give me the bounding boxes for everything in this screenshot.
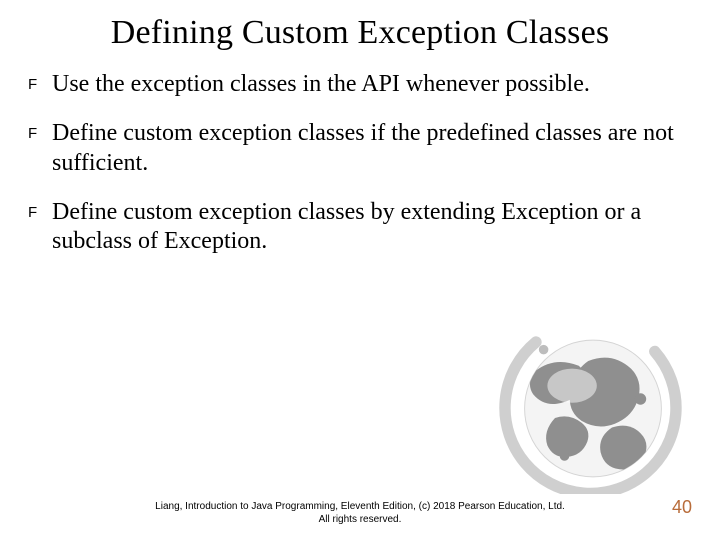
footer-text: Liang, Introduction to Java Programming,… — [0, 501, 720, 526]
globe-icon — [498, 304, 688, 494]
footer-line2: All rights reserved. — [0, 514, 720, 527]
bullet-text: Use the exception classes in the API whe… — [52, 70, 692, 99]
list-item: F Use the exception classes in the API w… — [28, 70, 692, 99]
slide-content: F Use the exception classes in the API w… — [0, 62, 720, 256]
bullet-marker: F — [28, 70, 52, 93]
page-number: 40 — [672, 497, 692, 518]
slide: Defining Custom Exception Classes F Use … — [0, 0, 720, 540]
bullet-marker: F — [28, 198, 52, 221]
list-item: F Define custom exception classes if the… — [28, 119, 692, 178]
bullet-marker: F — [28, 119, 52, 142]
slide-title: Defining Custom Exception Classes — [0, 0, 720, 62]
bullet-text: Define custom exception classes if the p… — [52, 119, 692, 178]
footer-line1: Liang, Introduction to Java Programming,… — [0, 501, 720, 514]
bullet-text: Define custom exception classes by exten… — [52, 198, 692, 257]
list-item: F Define custom exception classes by ext… — [28, 198, 692, 257]
